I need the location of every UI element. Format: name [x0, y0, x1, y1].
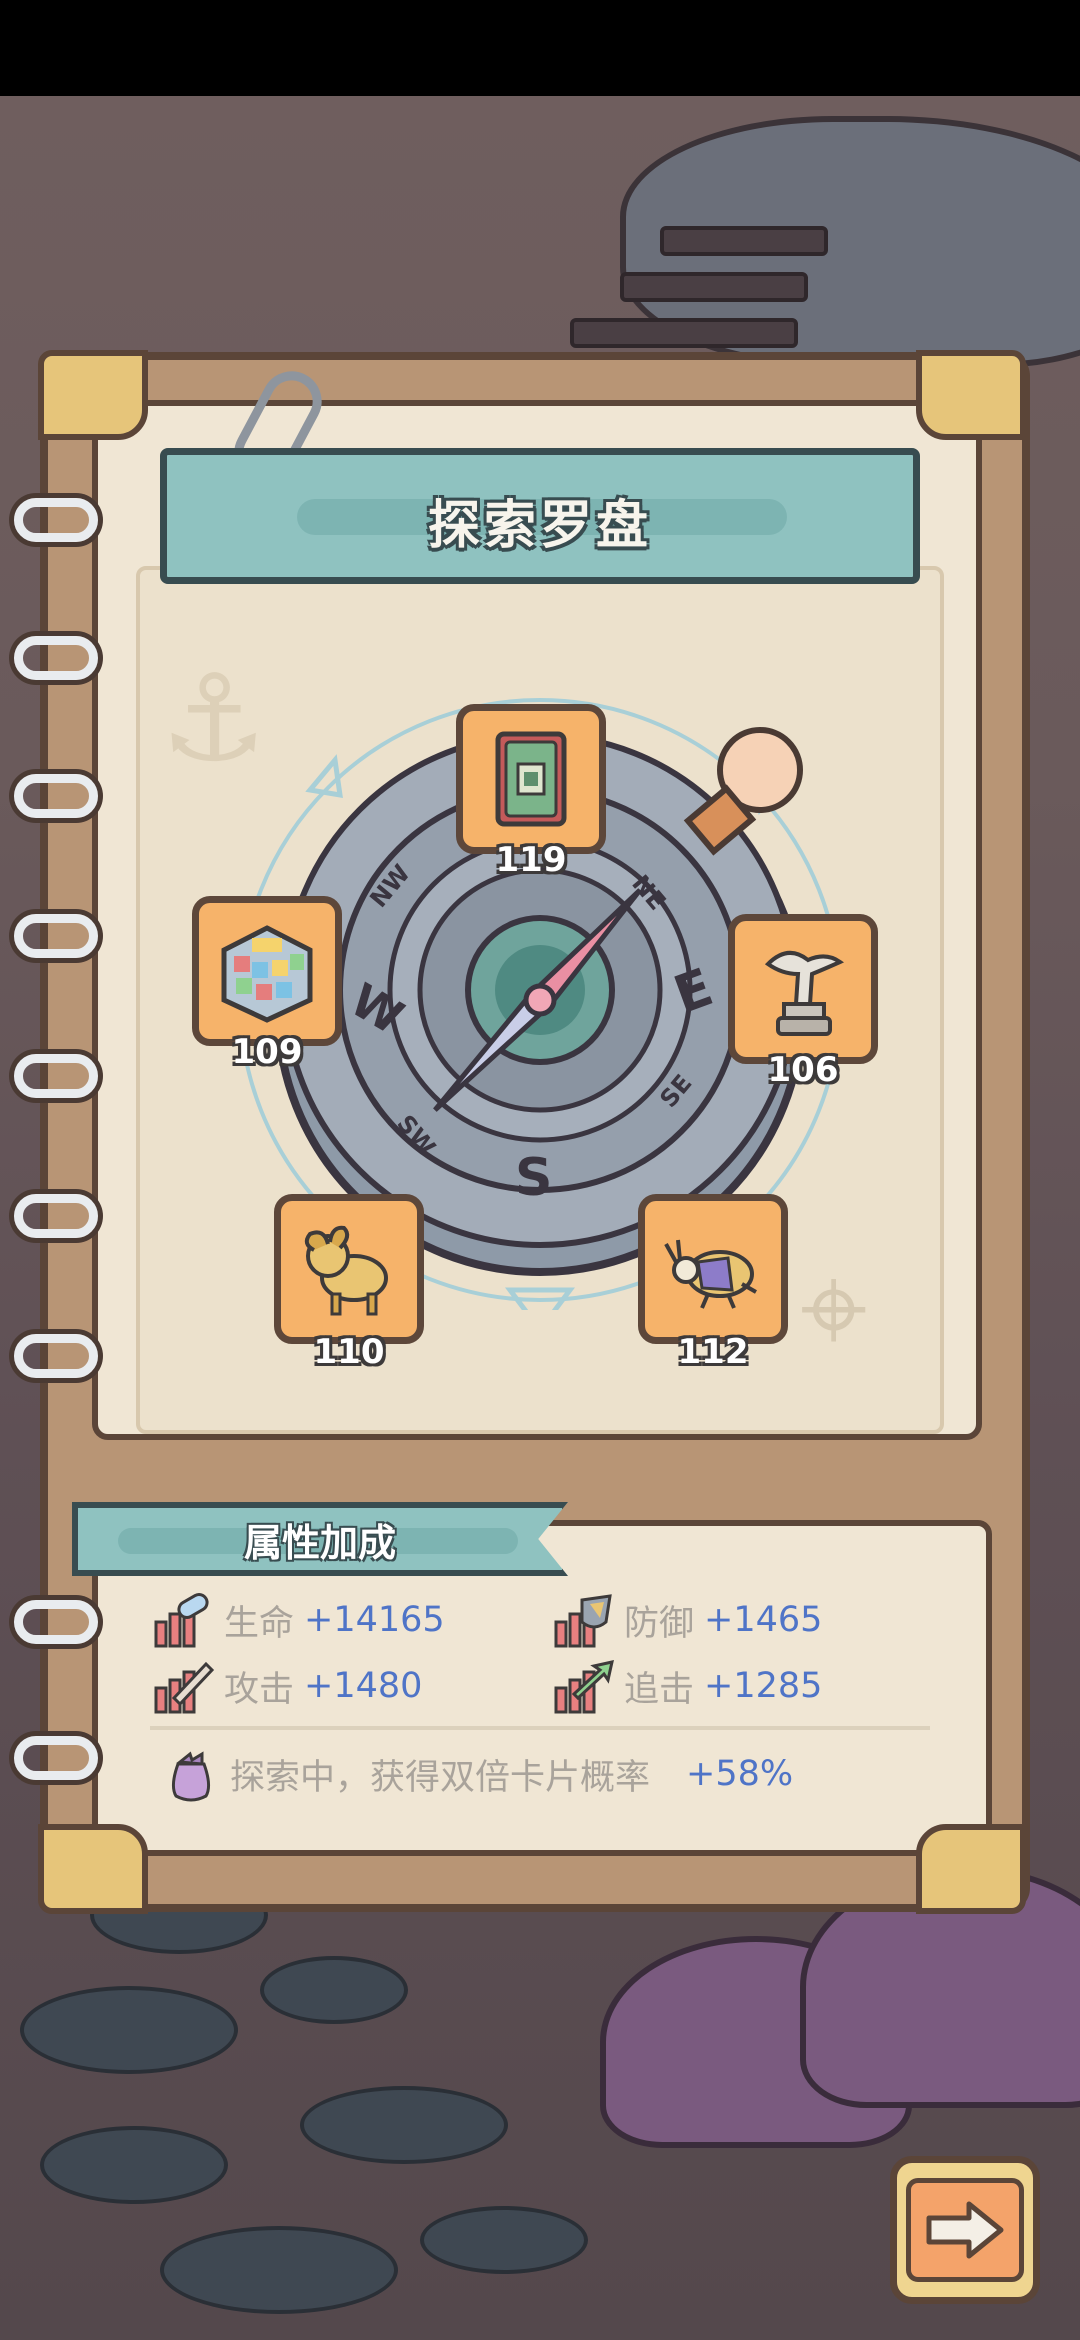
stat-bonus-value: +58%: [686, 1754, 794, 1794]
corner-ornament: [916, 350, 1026, 440]
stat-hp: 生命 +14165: [154, 1592, 445, 1648]
stat-bonus-label: 探索中，获得双倍卡片概率: [230, 1757, 651, 1798]
item-card-ram[interactable]: [274, 1194, 424, 1344]
stat-bonus: 探索中，获得双倍卡片概率 +58%: [160, 1746, 793, 1802]
binder-ring: [14, 636, 98, 680]
item-card-beetle[interactable]: [638, 1194, 788, 1344]
beetle-icon: [664, 1239, 757, 1309]
item-count-statue: 106: [767, 1050, 839, 1090]
binder-ring: [14, 1736, 98, 1780]
book-icon: [495, 731, 567, 827]
stat-hp-label: 生命: [224, 1603, 295, 1644]
item-card-statue[interactable]: [728, 914, 878, 1064]
item-card-book[interactable]: [456, 704, 606, 854]
binder-ring: [14, 914, 98, 958]
statue-icon: [764, 951, 845, 1036]
item-count-ram: 110: [313, 1332, 385, 1372]
corner-ornament: [38, 1824, 148, 1914]
golden-ram-icon: [304, 1225, 388, 1316]
stat-divider: [150, 1726, 930, 1730]
item-count-beetle: 112: [677, 1332, 749, 1372]
item-count-book: 119: [495, 840, 567, 880]
binder-ring: [14, 1334, 98, 1378]
hp-potion-icon: [154, 1593, 209, 1648]
stat-defense-value: +1465: [704, 1600, 823, 1640]
binder-ring: [14, 498, 98, 542]
stat-attack-value: +1480: [304, 1666, 423, 1706]
item-card-cube[interactable]: [192, 896, 342, 1046]
stat-chase-value: +1285: [704, 1666, 823, 1706]
sword-icon: [154, 1661, 215, 1714]
status-bar: [0, 0, 1080, 96]
corner-ornament: [38, 350, 148, 440]
rubik-cube-icon: [221, 925, 313, 1023]
next-button[interactable]: [890, 2156, 1040, 2304]
corner-ornament: [916, 1824, 1026, 1914]
title-banner: 探索罗盘: [160, 448, 920, 584]
binder-ring: [14, 1054, 98, 1098]
binder-ring: [14, 774, 98, 818]
item-count-cube: 109: [231, 1032, 303, 1072]
stat-attack-label: 攻击: [224, 1669, 295, 1710]
stat-defense-label: 防御: [624, 1603, 695, 1644]
stat-chase: 追击 +1285: [554, 1658, 822, 1714]
stat-attack: 攻击 +1480: [154, 1658, 422, 1714]
page-title: 探索罗盘: [427, 496, 652, 556]
binder-ring: [14, 1600, 98, 1644]
stat-chase-label: 追击: [624, 1669, 695, 1710]
stat-hp-value: +14165: [304, 1600, 445, 1640]
compass-letter-s: S: [515, 1148, 552, 1208]
binder-ring: [14, 1194, 98, 1238]
shield-icon: [554, 1594, 612, 1648]
pouch-icon: [171, 1751, 211, 1802]
arrow-right-icon: [926, 2201, 1004, 2259]
chase-arrow-icon: [554, 1660, 614, 1714]
attributes-title: 属性加成: [243, 1521, 396, 1565]
stat-defense: 防御 +1465: [554, 1592, 822, 1648]
